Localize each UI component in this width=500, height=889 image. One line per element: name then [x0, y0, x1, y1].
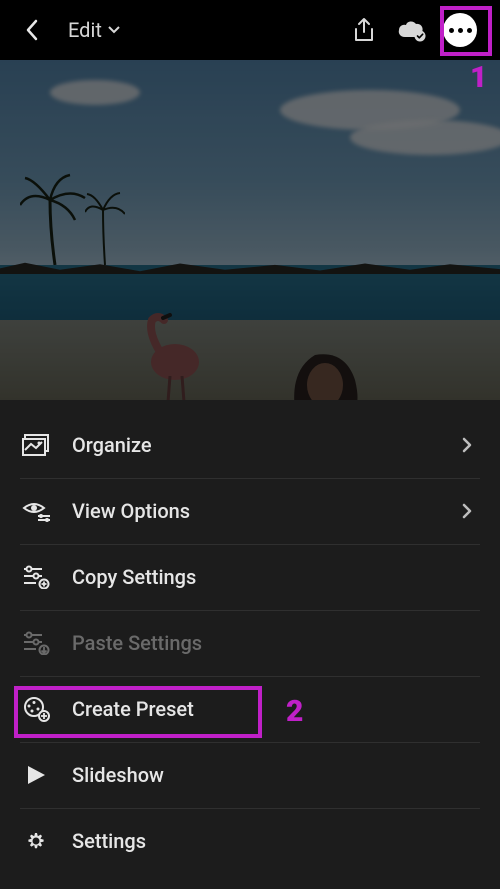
caret-down-icon — [108, 26, 120, 34]
share-icon — [352, 17, 376, 43]
more-button[interactable] — [438, 8, 482, 52]
menu-item-paste-settings: Paste Settings — [0, 610, 500, 676]
dim-overlay — [0, 60, 500, 400]
more-icon — [443, 13, 477, 47]
annotation-number-1: 1 — [470, 60, 487, 95]
cloud-check-icon — [396, 18, 428, 42]
menu-label: Settings — [72, 829, 472, 853]
chevron-right-icon — [462, 503, 472, 519]
chevron-right-icon — [462, 437, 472, 453]
top-bar: Edit — [0, 0, 500, 60]
cloud-sync-button[interactable] — [390, 8, 434, 52]
gear-icon — [20, 825, 52, 857]
menu-label: Slideshow — [72, 763, 472, 787]
overflow-menu: Organize View Options Copy Settings Past… — [0, 400, 500, 889]
mode-label: Edit — [68, 18, 102, 42]
menu-label: Create Preset — [72, 697, 472, 721]
menu-item-organize[interactable]: Organize — [0, 412, 500, 478]
menu-item-view-options[interactable]: View Options — [0, 478, 500, 544]
view-options-icon — [20, 495, 52, 527]
chevron-left-icon — [25, 19, 39, 41]
copy-settings-icon — [20, 561, 52, 593]
paste-settings-icon — [20, 627, 52, 659]
organize-icon — [20, 429, 52, 461]
slideshow-icon — [20, 759, 52, 791]
menu-label: View Options — [72, 499, 462, 523]
menu-label: Paste Settings — [72, 631, 472, 655]
share-button[interactable] — [342, 8, 386, 52]
create-preset-icon — [20, 693, 52, 725]
menu-item-copy-settings[interactable]: Copy Settings — [0, 544, 500, 610]
menu-label: Copy Settings — [72, 565, 472, 589]
menu-item-create-preset[interactable]: Create Preset — [0, 676, 500, 742]
photo-preview[interactable] — [0, 60, 500, 400]
menu-item-slideshow[interactable]: Slideshow — [0, 742, 500, 808]
menu-label: Organize — [72, 433, 462, 457]
menu-item-settings[interactable]: Settings — [0, 808, 500, 874]
back-button[interactable] — [18, 16, 46, 44]
annotation-number-2: 2 — [286, 694, 303, 729]
mode-dropdown[interactable]: Edit — [68, 18, 120, 42]
